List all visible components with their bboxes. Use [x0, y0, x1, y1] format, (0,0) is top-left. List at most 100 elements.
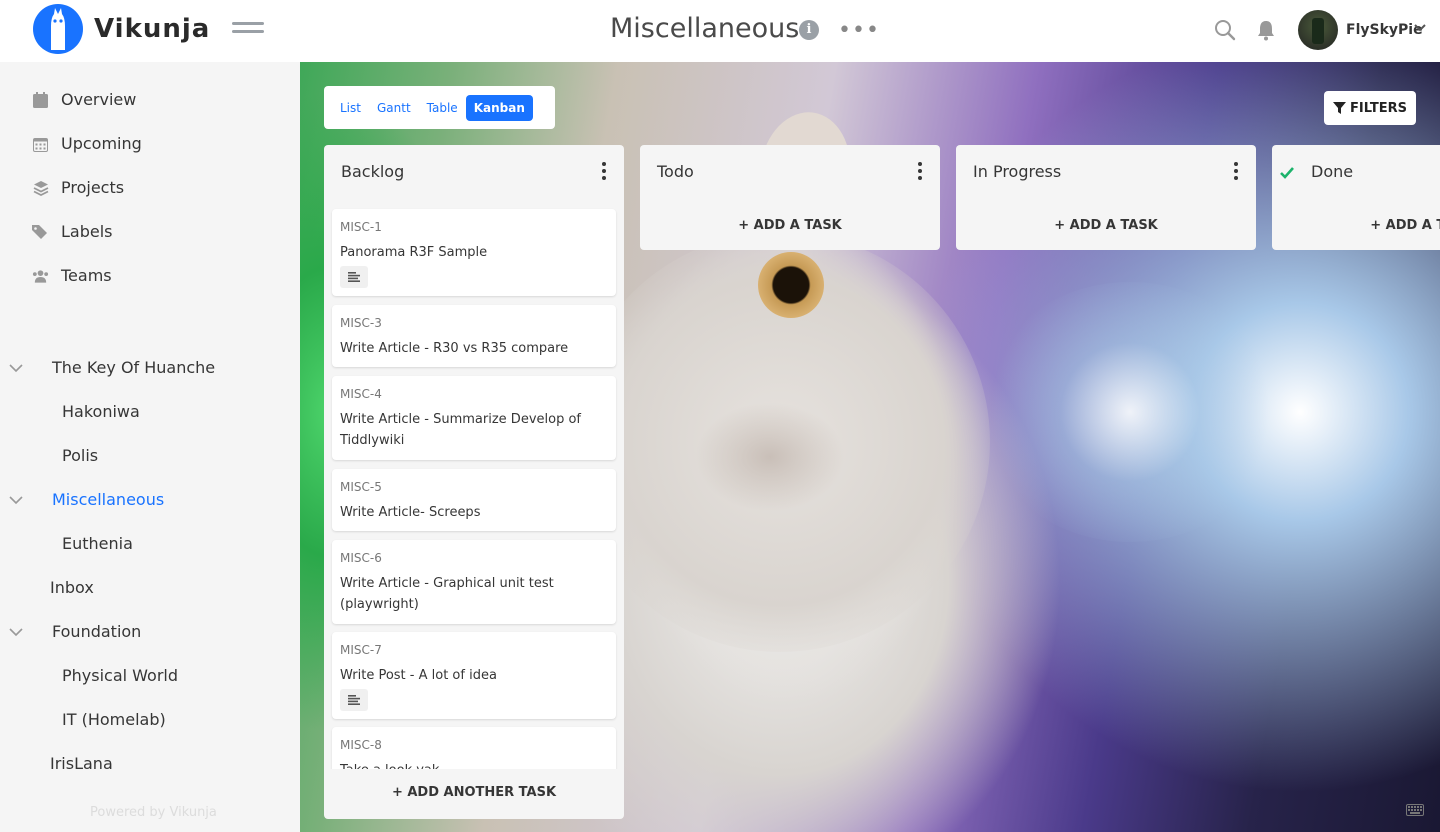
sidebar: Overview Upcoming Projects Labels Teams … — [0, 62, 300, 832]
add-task-label: ADD A TASK — [1385, 218, 1440, 233]
chevron-down-icon[interactable] — [1414, 22, 1426, 34]
page-title: Miscellaneous — [610, 13, 800, 44]
sidebar-project-irislana[interactable]: IrisLana — [50, 754, 113, 773]
task-title: Take a look yak — [340, 760, 608, 769]
llama-logo-icon — [33, 4, 83, 54]
search-icon[interactable] — [1214, 19, 1236, 41]
task-id: MISC-8 — [340, 738, 382, 752]
bucket-done: Done + ADD A TASK — [1272, 145, 1440, 250]
sidebar-item-label: Overview — [61, 90, 137, 109]
more-options-icon[interactable]: ••• — [838, 18, 880, 43]
sidebar-project-polis[interactable]: Polis — [62, 446, 98, 465]
sidebar-project-euthenia[interactable]: Euthenia — [62, 534, 133, 553]
add-task-button[interactable]: + ADD A TASK — [1272, 218, 1440, 233]
bucket-title: In Progress — [973, 162, 1062, 181]
view-switcher: List Gantt Table Kanban — [324, 86, 555, 129]
bucket-title: Backlog — [341, 162, 405, 181]
task-title: Write Article - R30 vs R35 compare — [340, 341, 569, 356]
powered-by-link[interactable]: Powered by Vikunja — [90, 805, 217, 820]
sidebar-project-hakoniwa[interactable]: Hakoniwa — [62, 402, 140, 421]
add-another-task-button[interactable]: + ADD ANOTHER TASK — [324, 785, 624, 800]
task-card[interactable]: MISC-5 Write Article- Screeps — [332, 469, 616, 531]
add-task-button[interactable]: + ADD A TASK — [640, 218, 940, 233]
description-icon — [340, 689, 368, 711]
calendar-icon — [32, 91, 49, 108]
task-id: MISC-3 — [340, 316, 382, 330]
plus-icon: + — [1370, 218, 1386, 233]
filters-button[interactable]: FILTERS — [1324, 91, 1416, 125]
background-image — [980, 282, 1280, 542]
users-icon — [32, 267, 49, 284]
bucket-menu-icon[interactable] — [1231, 162, 1241, 184]
view-tab-list[interactable]: List — [332, 95, 369, 121]
background-image — [695, 402, 845, 512]
sidebar-item-label: Teams — [61, 266, 112, 285]
logo[interactable]: Vikunja — [33, 4, 210, 54]
view-tab-kanban[interactable]: Kanban — [465, 94, 533, 121]
filters-label: FILTERS — [1350, 100, 1407, 116]
task-id: MISC-5 — [340, 480, 382, 494]
plus-icon: + — [738, 218, 754, 233]
sidebar-item-label: Projects — [61, 178, 125, 197]
keyboard-icon[interactable] — [1406, 804, 1424, 816]
task-card[interactable]: MISC-1 Panorama R3F Sample — [332, 209, 616, 296]
task-title: Write Article - Summarize Develop of Tid… — [340, 412, 581, 448]
task-list: MISC-1 Panorama R3F Sample MISC-3 Write … — [324, 205, 624, 769]
bucket-menu-icon[interactable] — [915, 162, 925, 184]
task-id: MISC-4 — [340, 387, 382, 401]
bell-icon[interactable] — [1256, 19, 1276, 41]
app-name: Vikunja — [94, 14, 211, 44]
info-icon[interactable]: i — [799, 20, 819, 40]
task-card[interactable]: MISC-6 Write Article - Graphical unit te… — [332, 540, 616, 624]
background-image — [758, 252, 824, 318]
description-icon — [340, 266, 368, 288]
sidebar-project-inbox[interactable]: Inbox — [50, 578, 94, 597]
chevron-down-icon[interactable] — [9, 361, 23, 375]
sidebar-item-label: Labels — [61, 222, 113, 241]
task-card[interactable]: MISC-8 Take a look yak — [332, 727, 616, 769]
tags-icon — [32, 223, 49, 240]
task-id: MISC-1 — [340, 220, 382, 234]
chevron-down-icon[interactable] — [9, 625, 23, 639]
bucket-title: Todo — [657, 162, 694, 181]
view-tab-table[interactable]: Table — [419, 95, 466, 121]
task-id: MISC-7 — [340, 643, 382, 657]
add-task-label: ADD A TASK — [1069, 218, 1158, 233]
task-card[interactable]: MISC-4 Write Article - Summarize Develop… — [332, 376, 616, 460]
top-header: Vikunja Miscellaneous i ••• FlySkyPie — [0, 0, 1440, 62]
plus-icon: + — [391, 785, 408, 800]
username[interactable]: FlySkyPie — [1346, 22, 1423, 38]
task-title: Write Article - Graphical unit test (pla… — [340, 576, 554, 612]
bucket-in-progress: In Progress + ADD A TASK — [956, 145, 1256, 250]
sidebar-item-teams[interactable]: Teams — [32, 266, 112, 285]
sidebar-project-physical-world[interactable]: Physical World — [62, 666, 178, 685]
task-card[interactable]: MISC-7 Write Post - A lot of idea — [332, 632, 616, 719]
calendar-grid-icon — [32, 135, 49, 152]
add-task-label: ADD ANOTHER TASK — [407, 785, 557, 800]
sidebar-item-label: Upcoming — [61, 134, 142, 153]
sidebar-item-upcoming[interactable]: Upcoming — [32, 134, 142, 153]
task-title: Panorama R3F Sample — [340, 245, 488, 260]
avatar[interactable] — [1298, 10, 1338, 50]
view-tab-gantt[interactable]: Gantt — [369, 95, 419, 121]
bucket-menu-icon[interactable] — [599, 162, 609, 184]
sidebar-item-overview[interactable]: Overview — [32, 90, 136, 109]
bucket-backlog: Backlog MISC-1 Panorama R3F Sample MISC-… — [324, 145, 624, 819]
sidebar-item-projects[interactable]: Projects — [32, 178, 124, 197]
sidebar-project-the-key-of-huanche[interactable]: The Key Of Huanche — [52, 358, 215, 377]
kanban-board: List Gantt Table Kanban FILTERS Backlog … — [300, 62, 1440, 832]
bucket-todo: Todo + ADD A TASK — [640, 145, 940, 250]
plus-icon: + — [1054, 218, 1070, 233]
task-card[interactable]: MISC-3 Write Article - R30 vs R35 compar… — [332, 305, 616, 367]
task-title: Write Article- Screeps — [340, 505, 481, 520]
sidebar-item-labels[interactable]: Labels — [32, 222, 113, 241]
add-task-button[interactable]: + ADD A TASK — [956, 218, 1256, 233]
menu-toggle-button[interactable] — [232, 22, 264, 40]
sidebar-project-miscellaneous[interactable]: Miscellaneous — [52, 490, 164, 509]
filter-icon — [1333, 101, 1346, 114]
sidebar-project-it-homelab[interactable]: IT (Homelab) — [62, 710, 166, 729]
bucket-title: Done — [1311, 162, 1354, 181]
task-title: Write Post - A lot of idea — [340, 668, 497, 683]
chevron-down-icon[interactable] — [9, 493, 23, 507]
sidebar-project-foundation[interactable]: Foundation — [52, 622, 141, 641]
